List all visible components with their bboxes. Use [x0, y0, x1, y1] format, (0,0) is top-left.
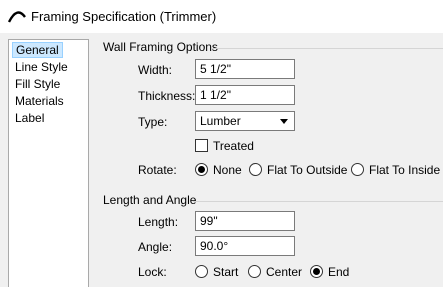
angle-label: Angle:: [138, 240, 173, 254]
width-field[interactable]: [195, 59, 295, 79]
rotate-flat-inside-label: Flat To Inside: [369, 163, 441, 177]
sidebar-item-fill-style[interactable]: Fill Style: [12, 76, 63, 92]
rotate-flat-outside-label: Flat To Outside: [267, 163, 348, 177]
type-select-value: Lumber: [200, 114, 241, 128]
title-bar: Framing Specification (Trimmer): [0, 0, 443, 33]
chevron-down-icon: [280, 119, 288, 124]
sidebar-item-general[interactable]: General: [12, 42, 63, 58]
group-divider: [212, 48, 443, 49]
rotate-flat-inside-radio[interactable]: [351, 163, 364, 176]
window-title: Framing Specification (Trimmer): [31, 9, 217, 24]
lock-end-label: End: [328, 265, 350, 279]
rotate-none-label: None: [213, 163, 242, 177]
rotate-none-radio[interactable]: [195, 163, 208, 176]
roof-arch-icon: [8, 11, 26, 23]
category-list[interactable]: General Line Style Fill Style Materials …: [8, 39, 89, 287]
lock-start-radio[interactable]: [195, 265, 208, 278]
lock-center-label: Center: [266, 265, 303, 279]
length-label: Length:: [138, 215, 179, 229]
lock-end-radio[interactable]: [310, 265, 323, 278]
length-field[interactable]: [195, 211, 295, 231]
lock-label: Lock:: [138, 265, 167, 279]
group-divider: [193, 201, 443, 202]
rotate-label: Rotate:: [138, 163, 177, 177]
treated-checkbox[interactable]: [195, 139, 208, 152]
width-label: Width:: [138, 63, 173, 77]
type-select[interactable]: Lumber: [195, 111, 295, 131]
treated-label: Treated: [213, 139, 254, 153]
thickness-label: Thickness:: [138, 89, 196, 103]
angle-field[interactable]: [195, 236, 295, 256]
rotate-flat-outside-radio[interactable]: [249, 163, 262, 176]
wall-framing-group-title: Wall Framing Options: [103, 40, 218, 54]
lock-center-radio[interactable]: [248, 265, 261, 278]
sidebar-item-label[interactable]: Label: [12, 110, 47, 126]
type-label: Type:: [138, 115, 168, 129]
sidebar-item-materials[interactable]: Materials: [12, 93, 67, 109]
length-angle-group-title: Length and Angle: [103, 193, 197, 207]
sidebar-item-line-style[interactable]: Line Style: [12, 59, 71, 75]
lock-start-label: Start: [213, 265, 239, 279]
thickness-field[interactable]: [195, 85, 295, 105]
